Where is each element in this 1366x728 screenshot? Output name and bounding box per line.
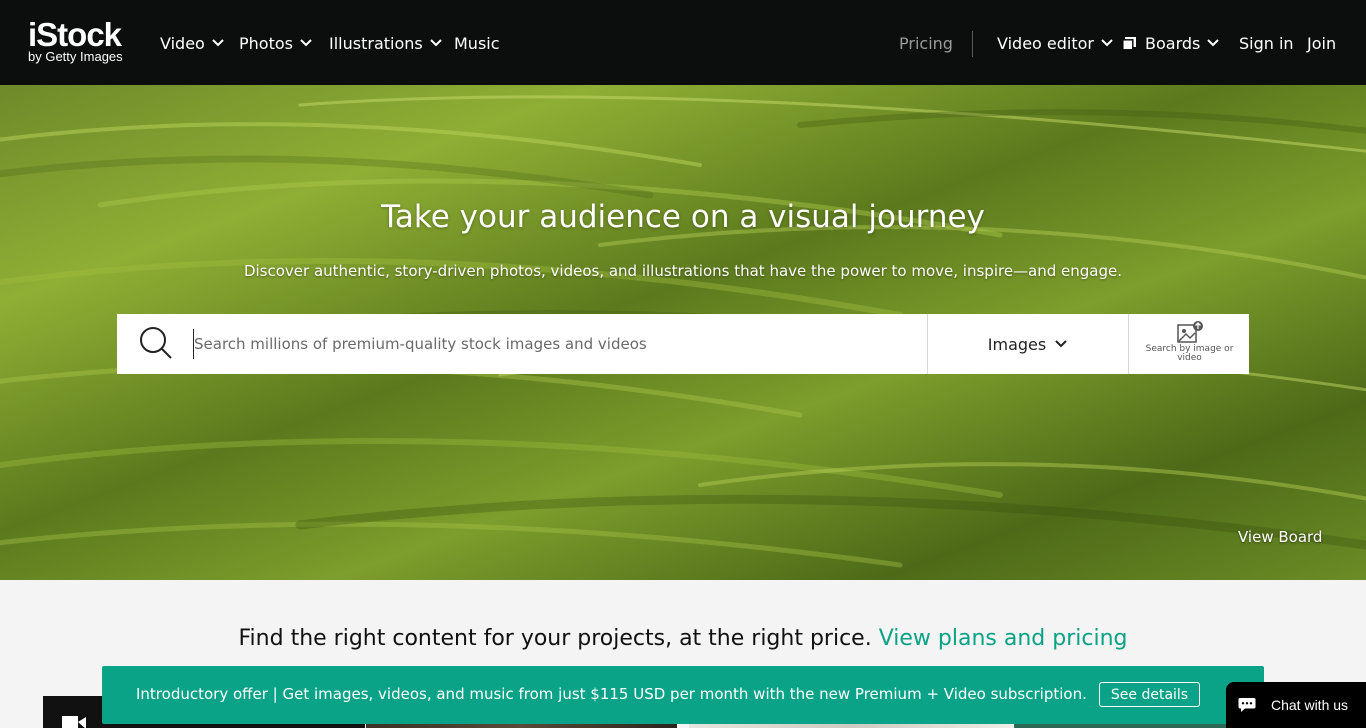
pricing-promo: Find the right content for your projects… <box>0 626 1366 651</box>
nav-sign-in-label: Sign in <box>1239 33 1294 53</box>
nav-illustrations-label: Illustrations <box>329 33 423 53</box>
video-camera-icon <box>62 716 86 728</box>
nav-boards-label: Boards <box>1145 33 1201 53</box>
nav-music-link[interactable]: Music <box>454 30 500 56</box>
nav-pricing-label: Pricing <box>899 33 953 53</box>
chevron-down-icon <box>1101 39 1113 47</box>
nav-photos-menu[interactable]: Photos <box>239 30 313 56</box>
view-board-link[interactable]: View Board <box>1238 528 1322 546</box>
hero-subtitle: Discover authentic, story-driven photos,… <box>243 262 1123 280</box>
nav-sign-in-link[interactable]: Sign in <box>1239 30 1294 56</box>
visual-search-icon <box>1177 321 1203 343</box>
nav-pricing-link[interactable]: Pricing <box>899 30 953 56</box>
media-type-label: Images <box>987 334 1047 354</box>
nav-divider <box>972 31 973 57</box>
nav-video-menu[interactable]: Video <box>160 30 225 56</box>
nav-boards-menu[interactable]: Boards <box>1122 30 1220 56</box>
boards-icon <box>1122 36 1136 51</box>
chevron-down-icon <box>430 39 442 47</box>
see-details-button[interactable]: See details <box>1099 682 1200 707</box>
search-input[interactable] <box>193 329 913 359</box>
nav-video-editor-label: Video editor <box>997 33 1094 53</box>
nav-join-label: Join <box>1307 33 1337 53</box>
search-icon[interactable] <box>139 326 173 360</box>
offer-text: Introductory offer | Get images, videos,… <box>136 685 1087 703</box>
chat-label: Chat with us <box>1271 697 1349 713</box>
search-bar: Images Search by image or video <box>117 314 1249 374</box>
hero-banner: Take your audience on a visual journey D… <box>0 85 1366 580</box>
chat-widget-button[interactable]: Chat with us <box>1226 682 1366 728</box>
introductory-offer-banner: Introductory offer | Get images, videos,… <box>102 666 1264 724</box>
nav-video-label: Video <box>160 33 205 53</box>
chat-bubble-icon <box>1238 698 1256 712</box>
nav-photos-label: Photos <box>239 33 293 53</box>
chevron-down-icon <box>1055 340 1067 348</box>
logo-wordmark: iStock <box>28 16 122 53</box>
chevron-down-icon <box>300 39 312 47</box>
nav-join-link[interactable]: Join <box>1307 30 1336 56</box>
nav-video-editor-menu[interactable]: Video editor <box>997 30 1114 56</box>
nav-music-label: Music <box>454 33 500 53</box>
media-type-select[interactable]: Images <box>927 314 1128 374</box>
top-navigation: iStock by Getty Images Video Photos Illu… <box>0 0 1366 85</box>
pricing-promo-text: Find the right content for your projects… <box>238 626 872 651</box>
logo-tagline: by Getty Images <box>28 49 123 64</box>
istock-logo[interactable]: iStock by Getty Images <box>28 18 123 64</box>
search-by-image-label: Search by image or video <box>1145 344 1234 363</box>
search-by-image-button[interactable]: Search by image or video <box>1128 314 1249 374</box>
nav-illustrations-menu[interactable]: Illustrations <box>329 30 443 56</box>
chevron-down-icon <box>212 39 224 47</box>
chevron-down-icon <box>1207 39 1220 47</box>
view-plans-link[interactable]: View plans and pricing <box>879 626 1128 651</box>
hero-title: Take your audience on a visual journey <box>381 199 985 235</box>
